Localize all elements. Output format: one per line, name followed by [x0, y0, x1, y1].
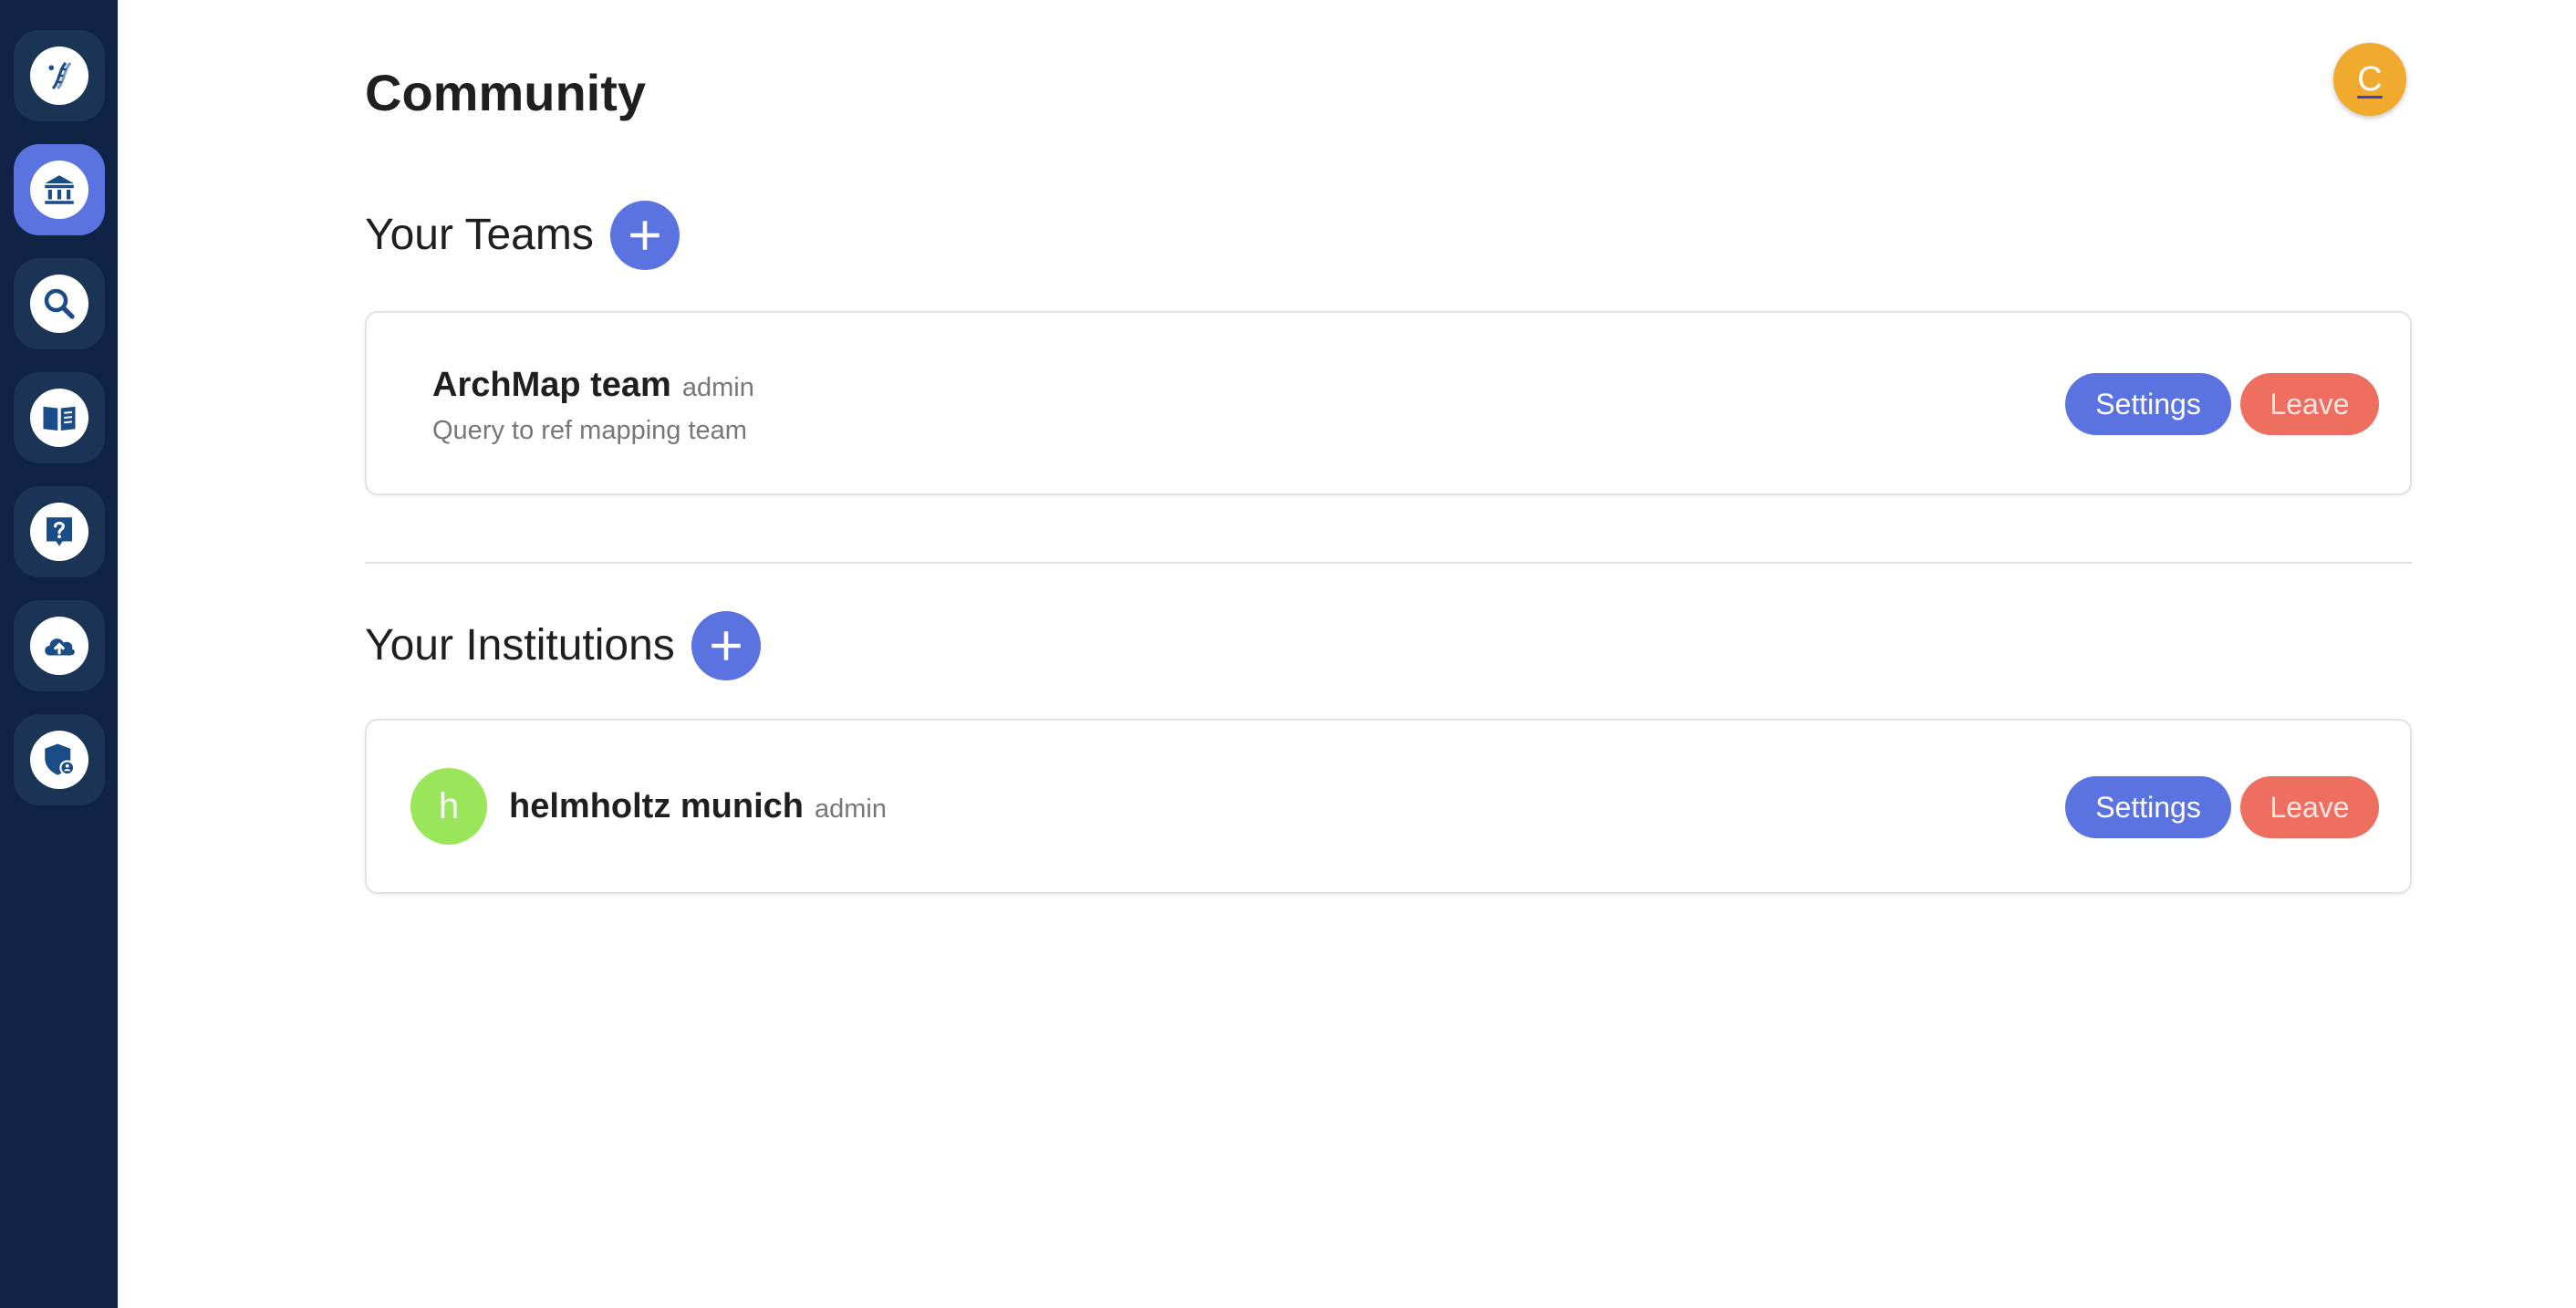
book-icon	[43, 406, 76, 431]
sidebar-icon-circle	[30, 275, 88, 333]
sidebar-icon-circle	[30, 617, 88, 675]
plus-icon	[712, 631, 741, 660]
institution-avatar: h	[410, 768, 487, 845]
team-settings-button[interactable]: Settings	[2065, 373, 2231, 435]
page-title: Community	[365, 64, 646, 121]
institution-card: h helmholtz munich admin Settings Leave	[365, 719, 2412, 894]
institutions-heading: Your Institutions	[365, 621, 675, 670]
sidebar-item-help[interactable]	[14, 486, 105, 577]
sidebar-item-docs[interactable]	[14, 372, 105, 463]
plus-icon	[630, 221, 660, 250]
institution-settings-button[interactable]: Settings	[2065, 776, 2231, 838]
team-description: Query to ref mapping team	[432, 416, 747, 445]
team-title-row: ArchMap team admin	[432, 363, 754, 407]
sidebar-icon-circle	[30, 503, 88, 561]
help-icon	[47, 517, 72, 546]
team-card: ArchMap team admin Query to ref mapping t…	[365, 311, 2412, 495]
shield-icon	[45, 743, 76, 776]
institutions-section-header: Your Institutions	[365, 611, 761, 680]
sidebar-item-privacy[interactable]	[14, 714, 105, 805]
section-divider	[365, 562, 2412, 564]
sidebar-item-community[interactable]	[14, 144, 105, 235]
search-icon	[44, 288, 75, 319]
cloud-upload-icon	[45, 638, 75, 656]
user-avatar[interactable]: C	[2333, 43, 2406, 116]
institution-role-badge: admin	[815, 794, 887, 824]
institution-leave-button[interactable]: Leave	[2240, 776, 2379, 838]
sidebar-item-upload[interactable]	[14, 600, 105, 691]
teams-section-header: Your Teams	[365, 201, 680, 270]
sidebar-icon-circle	[30, 161, 88, 219]
team-name: ArchMap team	[432, 366, 671, 404]
teams-heading: Your Teams	[365, 211, 594, 259]
add-institution-button[interactable]	[691, 611, 761, 680]
institution-icon	[45, 175, 74, 204]
add-team-button[interactable]	[609, 201, 680, 270]
sidebar-item-search[interactable]	[14, 258, 105, 349]
institution-name: helmholtz munich	[509, 787, 804, 825]
team-role-badge: admin	[681, 373, 754, 402]
dna-icon	[48, 61, 72, 90]
sidebar	[0, 0, 118, 1308]
sidebar-icon-circle	[30, 731, 88, 789]
sidebar-icon-circle	[30, 389, 88, 447]
sidebar-item-dna[interactable]	[14, 30, 105, 121]
sidebar-icon-circle	[30, 47, 88, 105]
team-leave-button[interactable]: Leave	[2240, 373, 2379, 435]
team-info: ArchMap team admin Query to ref mapping t…	[432, 363, 754, 449]
institution-info: helmholtz munich admin	[509, 784, 887, 828]
